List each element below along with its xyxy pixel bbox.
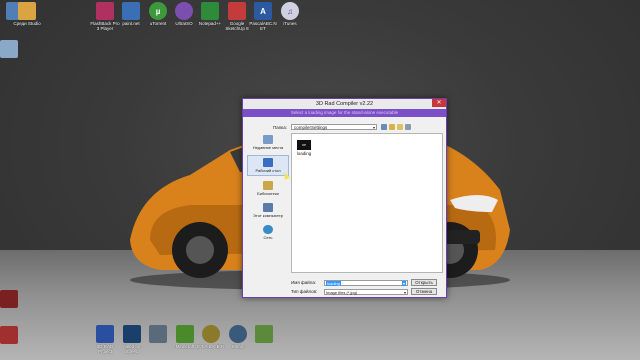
nfs-icon: [123, 325, 141, 343]
dialog-title: 3D Rad Compiler v2.22: [315, 101, 374, 107]
sketchup-icon: [228, 2, 246, 20]
place-libraries[interactable]: Библиотеки: [247, 179, 289, 198]
place-network[interactable]: Сеть: [247, 223, 289, 242]
computer-icon: [263, 203, 273, 212]
chevron-down-icon: ▾: [403, 289, 406, 295]
file-item[interactable]: ОР loading: [296, 140, 312, 156]
folder-icon: [18, 2, 36, 20]
disc-icon: [175, 2, 193, 20]
minecraft-icon: [176, 325, 194, 343]
back-icon[interactable]: [381, 124, 387, 130]
libraries-icon: [263, 181, 273, 190]
desktop-icon: [263, 158, 273, 167]
app-icon: [255, 325, 273, 343]
up-folder-icon[interactable]: [389, 124, 395, 130]
filetype-row: Тип файлов: Image files (*.jpg) ▾ Отмена: [291, 288, 437, 295]
folder-select[interactable]: compilerSettings ▾: [291, 124, 377, 130]
filename-label: Имя файла:: [291, 280, 317, 285]
folder-row: Папка: compilerSettings ▾: [247, 123, 442, 131]
place-computer[interactable]: Этот компьютер: [247, 201, 289, 220]
network-icon: [263, 225, 273, 234]
filetype-label: Тип файлов:: [291, 289, 318, 294]
desktop-icon[interactable]: [249, 325, 279, 344]
chevron-down-icon: ▾: [372, 125, 375, 130]
steam-icon: [229, 325, 247, 343]
desktop-icon[interactable]: ♫ iTunes: [275, 2, 305, 26]
filetype-select[interactable]: Image files (*.jpg) ▾: [324, 288, 408, 295]
recycle-bin-icon: [0, 40, 18, 58]
chevron-down-icon: ▾: [401, 280, 406, 286]
cancel-button[interactable]: Отмена: [411, 288, 437, 295]
app-icon: [0, 326, 18, 344]
dialog-titlebar[interactable]: 3D Rad Compiler v2.22 ✕: [243, 99, 446, 109]
paint-icon: [122, 2, 140, 20]
file-list[interactable]: ОР loading: [291, 133, 443, 273]
recent-places-icon: [263, 135, 273, 144]
open-button[interactable]: Открыть: [411, 279, 437, 286]
places-bar: Недавние места Рабочий стол Библиотеки Э…: [247, 133, 289, 293]
desktop-icon[interactable]: [0, 290, 24, 308]
image-thumbnail-icon: ОР: [297, 140, 311, 150]
folder-label: Папка:: [273, 124, 287, 130]
recycle-bin[interactable]: [0, 40, 24, 58]
desktop-icon[interactable]: Notepad++: [195, 2, 225, 26]
notepad-icon: [201, 2, 219, 20]
desktop-icon[interactable]: paint.net: [116, 2, 146, 26]
desktop-icon[interactable]: 3D RAD Project: [90, 325, 120, 354]
folder-toolbar: [381, 124, 411, 130]
file-name: loading: [296, 151, 312, 156]
app-icon: [96, 2, 114, 20]
desktop-icon[interactable]: [143, 325, 173, 344]
open-file-dialog: 3D Rad Compiler v2.22 ✕ Select a loading…: [242, 98, 447, 298]
3drad-icon: [96, 325, 114, 343]
desktop-icon[interactable]: Среди Studio: [12, 2, 42, 26]
dialog-banner: Select a loading image for the stand-alo…: [243, 109, 446, 117]
stalker-icon: [202, 325, 220, 343]
view-menu-icon[interactable]: [405, 124, 411, 130]
place-recent[interactable]: Недавние места: [247, 133, 289, 152]
filename-input[interactable]: loading ▾: [324, 279, 408, 286]
nfs-icon: [149, 325, 167, 343]
desktop-icon[interactable]: A PascalABC.NET: [248, 2, 278, 31]
desktop-icon[interactable]: [0, 326, 24, 344]
desktop-icon[interactable]: S.T.A.L.K.E.R.: [196, 325, 226, 349]
torrent-icon: µ: [149, 2, 167, 20]
itunes-icon: ♫: [281, 2, 299, 20]
close-button[interactable]: ✕: [432, 99, 446, 107]
app-icon: [0, 290, 18, 308]
filename-row: Имя файла: loading ▾ Открыть: [291, 279, 437, 286]
abc-icon: A: [254, 2, 272, 20]
folder-value: compilerSettings: [294, 125, 328, 130]
new-folder-icon[interactable]: [397, 124, 403, 130]
